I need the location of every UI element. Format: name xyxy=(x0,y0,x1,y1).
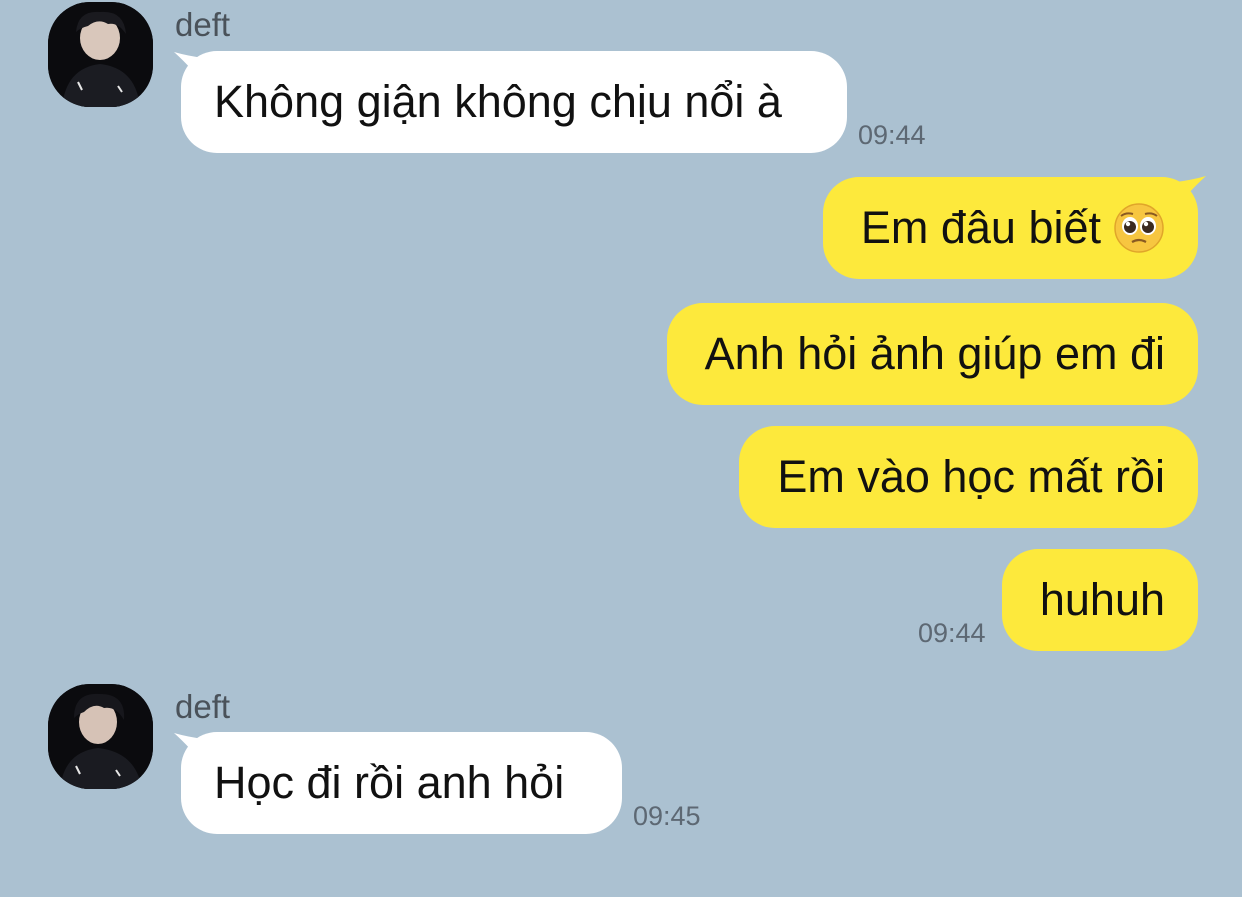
message-text: Em đâu biết xyxy=(860,202,1101,253)
message-bubble-incoming[interactable]: Học đi rồi anh hỏi xyxy=(181,732,622,834)
message-timestamp: 09:45 xyxy=(633,801,701,831)
sender-avatar[interactable] xyxy=(48,684,153,789)
message-bubble-incoming[interactable]: Không giận không chịu nổi à xyxy=(181,51,847,153)
message-text: Em vào học mất rồi xyxy=(777,451,1165,502)
message-bubble-outgoing[interactable]: huhuh xyxy=(1001,549,1198,651)
message-timestamp: 09:44 xyxy=(858,120,926,150)
message-bubble-outgoing[interactable]: Em đâu biết xyxy=(822,177,1198,279)
message-text: huhuh xyxy=(1039,574,1165,625)
pleading-face-emoji xyxy=(1113,202,1165,254)
message-bubble-outgoing[interactable]: Em vào học mất rồi xyxy=(739,426,1198,528)
message-timestamp: 09:44 xyxy=(918,618,986,648)
avatar-photo xyxy=(48,2,153,107)
message-bubble-outgoing[interactable]: Anh hỏi ảnh giúp em đi xyxy=(666,303,1198,405)
message-text: Học đi rồi anh hỏi xyxy=(214,757,565,808)
message-text: Không giận không chịu nổi à xyxy=(214,76,782,127)
message-text: Anh hỏi ảnh giúp em đi xyxy=(704,328,1165,379)
sender-name: deft xyxy=(175,6,231,43)
avatar-photo xyxy=(48,684,153,789)
sender-avatar[interactable] xyxy=(48,2,153,107)
sender-name: deft xyxy=(175,688,231,725)
